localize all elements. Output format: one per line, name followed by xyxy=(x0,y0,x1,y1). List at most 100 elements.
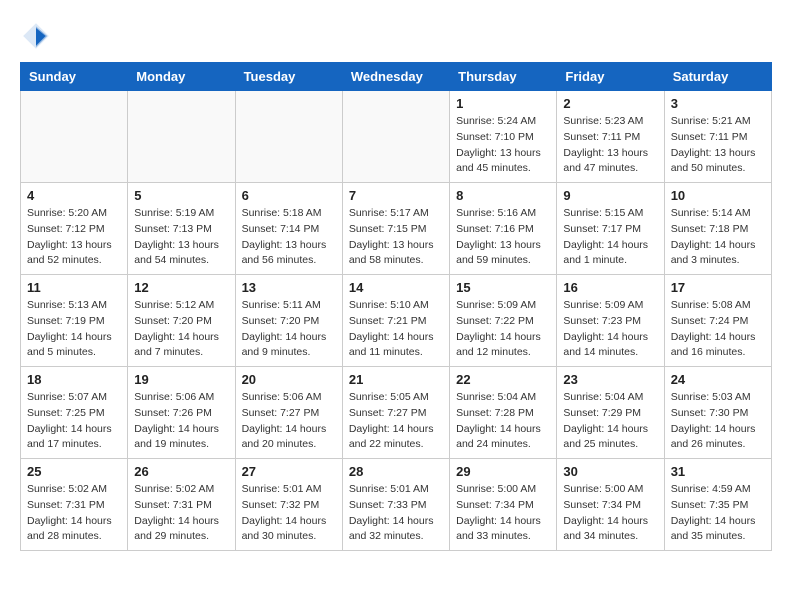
day-info: Sunrise: 5:02 AM Sunset: 7:31 PM Dayligh… xyxy=(27,482,121,545)
day-info: Sunrise: 5:19 AM Sunset: 7:13 PM Dayligh… xyxy=(134,206,228,269)
day-info: Sunrise: 5:15 AM Sunset: 7:17 PM Dayligh… xyxy=(563,206,657,269)
day-number: 2 xyxy=(563,96,657,111)
logo xyxy=(20,20,56,52)
calendar-cell: 17 Sunrise: 5:08 AM Sunset: 7:24 PM Dayli… xyxy=(664,275,771,367)
calendar-cell: 31 Sunrise: 4:59 AM Sunset: 7:35 PM Dayli… xyxy=(664,459,771,551)
calendar-cell: 5Sunrise: 5:19 AM Sunset: 7:13 PM Daylig… xyxy=(128,183,235,275)
logo-icon xyxy=(20,20,52,52)
day-info: Sunrise: 5:21 AM Sunset: 7:11 PM Dayligh… xyxy=(671,114,765,177)
day-info: Sunrise: 5:23 AM Sunset: 7:11 PM Dayligh… xyxy=(563,114,657,177)
calendar-cell: 10Sunrise: 5:14 AM Sunset: 7:18 PM Dayli… xyxy=(664,183,771,275)
weekday-header-row: SundayMondayTuesdayWednesdayThursdayFrid… xyxy=(21,63,772,91)
calendar-week-row: 25Sunrise: 5:02 AM Sunset: 7:31 PM Dayli… xyxy=(21,459,772,551)
day-info: Sunrise: 5:04 AM Sunset: 7:29 PM Dayligh… xyxy=(563,390,657,453)
day-info: Sunrise: 5:06 AM Sunset: 7:26 PM Dayligh… xyxy=(134,390,228,453)
day-number: 22 xyxy=(456,372,550,387)
day-info: Sunrise: 5:16 AM Sunset: 7:16 PM Dayligh… xyxy=(456,206,550,269)
calendar-cell: 21 Sunrise: 5:05 AM Sunset: 7:27 PM Dayli… xyxy=(342,367,449,459)
calendar-cell: 7Sunrise: 5:17 AM Sunset: 7:15 PM Daylig… xyxy=(342,183,449,275)
day-info: Sunrise: 5:00 AM Sunset: 7:34 PM Dayligh… xyxy=(456,482,550,545)
calendar-cell: 11 Sunrise: 5:13 AM Sunset: 7:19 PM Dayli… xyxy=(21,275,128,367)
day-info: Sunrise: 5:09 AM Sunset: 7:23 PM Dayligh… xyxy=(563,298,657,361)
calendar-week-row: 11 Sunrise: 5:13 AM Sunset: 7:19 PM Dayli… xyxy=(21,275,772,367)
weekday-header-tuesday: Tuesday xyxy=(235,63,342,91)
day-info: Sunrise: 5:04 AM Sunset: 7:28 PM Dayligh… xyxy=(456,390,550,453)
day-info: Sunrise: 4:59 AM Sunset: 7:35 PM Dayligh… xyxy=(671,482,765,545)
calendar-cell: 22 Sunrise: 5:04 AM Sunset: 7:28 PM Dayli… xyxy=(450,367,557,459)
weekday-header-thursday: Thursday xyxy=(450,63,557,91)
day-number: 4 xyxy=(27,188,121,203)
day-number: 29 xyxy=(456,464,550,479)
calendar-cell: 4 Sunrise: 5:20 AM Sunset: 7:12 PM Daylig… xyxy=(21,183,128,275)
calendar-cell: 9Sunrise: 5:15 AM Sunset: 7:17 PM Daylig… xyxy=(557,183,664,275)
calendar-cell xyxy=(235,91,342,183)
day-number: 8 xyxy=(456,188,550,203)
calendar-cell: 27Sunrise: 5:01 AM Sunset: 7:32 PM Dayli… xyxy=(235,459,342,551)
day-number: 23 xyxy=(563,372,657,387)
calendar-cell: 12 Sunrise: 5:12 AM Sunset: 7:20 PM Dayli… xyxy=(128,275,235,367)
calendar-cell xyxy=(128,91,235,183)
day-number: 30 xyxy=(563,464,657,479)
day-number: 31 xyxy=(671,464,765,479)
calendar-cell: 13Sunrise: 5:11 AM Sunset: 7:20 PM Dayli… xyxy=(235,275,342,367)
calendar-cell: 3 Sunrise: 5:21 AM Sunset: 7:11 PM Daylig… xyxy=(664,91,771,183)
day-number: 1 xyxy=(456,96,550,111)
day-info: Sunrise: 5:12 AM Sunset: 7:20 PM Dayligh… xyxy=(134,298,228,361)
day-info: Sunrise: 5:01 AM Sunset: 7:33 PM Dayligh… xyxy=(349,482,443,545)
day-number: 21 xyxy=(349,372,443,387)
day-info: Sunrise: 5:03 AM Sunset: 7:30 PM Dayligh… xyxy=(671,390,765,453)
calendar-week-row: 1 Sunrise: 5:24 AM Sunset: 7:10 PM Daylig… xyxy=(21,91,772,183)
calendar-cell: 30 Sunrise: 5:00 AM Sunset: 7:34 PM Dayli… xyxy=(557,459,664,551)
day-info: Sunrise: 5:06 AM Sunset: 7:27 PM Dayligh… xyxy=(242,390,336,453)
day-number: 6 xyxy=(242,188,336,203)
day-number: 18 xyxy=(27,372,121,387)
calendar-cell: 25Sunrise: 5:02 AM Sunset: 7:31 PM Dayli… xyxy=(21,459,128,551)
day-number: 7 xyxy=(349,188,443,203)
day-number: 13 xyxy=(242,280,336,295)
day-info: Sunrise: 5:10 AM Sunset: 7:21 PM Dayligh… xyxy=(349,298,443,361)
calendar-cell: 15 Sunrise: 5:09 AM Sunset: 7:22 PM Dayli… xyxy=(450,275,557,367)
calendar-cell: 26 Sunrise: 5:02 AM Sunset: 7:31 PM Dayli… xyxy=(128,459,235,551)
day-number: 17 xyxy=(671,280,765,295)
day-info: Sunrise: 5:08 AM Sunset: 7:24 PM Dayligh… xyxy=(671,298,765,361)
day-info: Sunrise: 5:00 AM Sunset: 7:34 PM Dayligh… xyxy=(563,482,657,545)
day-number: 28 xyxy=(349,464,443,479)
day-number: 19 xyxy=(134,372,228,387)
day-info: Sunrise: 5:07 AM Sunset: 7:25 PM Dayligh… xyxy=(27,390,121,453)
day-number: 14 xyxy=(349,280,443,295)
calendar-header: SundayMondayTuesdayWednesdayThursdayFrid… xyxy=(21,63,772,91)
day-number: 26 xyxy=(134,464,228,479)
day-info: Sunrise: 5:24 AM Sunset: 7:10 PM Dayligh… xyxy=(456,114,550,177)
day-number: 15 xyxy=(456,280,550,295)
day-info: Sunrise: 5:09 AM Sunset: 7:22 PM Dayligh… xyxy=(456,298,550,361)
calendar-cell: 14 Sunrise: 5:10 AM Sunset: 7:21 PM Dayli… xyxy=(342,275,449,367)
weekday-header-wednesday: Wednesday xyxy=(342,63,449,91)
calendar-cell: 23 Sunrise: 5:04 AM Sunset: 7:29 PM Dayli… xyxy=(557,367,664,459)
page-header xyxy=(20,20,772,52)
calendar-week-row: 18 Sunrise: 5:07 AM Sunset: 7:25 PM Dayli… xyxy=(21,367,772,459)
day-number: 12 xyxy=(134,280,228,295)
calendar-cell: 20Sunrise: 5:06 AM Sunset: 7:27 PM Dayli… xyxy=(235,367,342,459)
day-info: Sunrise: 5:05 AM Sunset: 7:27 PM Dayligh… xyxy=(349,390,443,453)
weekday-header-friday: Friday xyxy=(557,63,664,91)
calendar-cell: 8 Sunrise: 5:16 AM Sunset: 7:16 PM Daylig… xyxy=(450,183,557,275)
calendar-cell: 18 Sunrise: 5:07 AM Sunset: 7:25 PM Dayli… xyxy=(21,367,128,459)
calendar-table: SundayMondayTuesdayWednesdayThursdayFrid… xyxy=(20,62,772,551)
day-info: Sunrise: 5:02 AM Sunset: 7:31 PM Dayligh… xyxy=(134,482,228,545)
calendar-cell: 1 Sunrise: 5:24 AM Sunset: 7:10 PM Daylig… xyxy=(450,91,557,183)
calendar-cell: 28 Sunrise: 5:01 AM Sunset: 7:33 PM Dayli… xyxy=(342,459,449,551)
calendar-cell xyxy=(342,91,449,183)
day-info: Sunrise: 5:18 AM Sunset: 7:14 PM Dayligh… xyxy=(242,206,336,269)
calendar-cell: 24 Sunrise: 5:03 AM Sunset: 7:30 PM Dayli… xyxy=(664,367,771,459)
calendar-cell xyxy=(21,91,128,183)
day-number: 11 xyxy=(27,280,121,295)
calendar-cell: 19 Sunrise: 5:06 AM Sunset: 7:26 PM Dayli… xyxy=(128,367,235,459)
day-number: 24 xyxy=(671,372,765,387)
day-number: 3 xyxy=(671,96,765,111)
calendar-week-row: 4 Sunrise: 5:20 AM Sunset: 7:12 PM Daylig… xyxy=(21,183,772,275)
calendar-body: 1 Sunrise: 5:24 AM Sunset: 7:10 PM Daylig… xyxy=(21,91,772,551)
day-info: Sunrise: 5:20 AM Sunset: 7:12 PM Dayligh… xyxy=(27,206,121,269)
day-info: Sunrise: 5:13 AM Sunset: 7:19 PM Dayligh… xyxy=(27,298,121,361)
day-number: 10 xyxy=(671,188,765,203)
weekday-header-sunday: Sunday xyxy=(21,63,128,91)
